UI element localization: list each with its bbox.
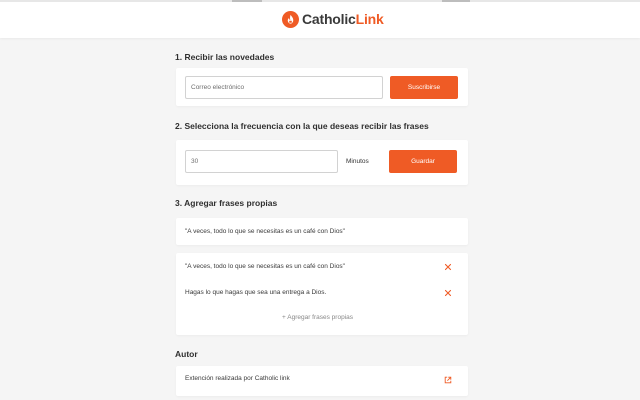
external-link-icon[interactable] [444, 376, 452, 384]
author-section-title: Autor [175, 349, 198, 359]
phrases-section-title: 3. Agregar frases propias [175, 198, 278, 208]
email-input[interactable]: Correo electrónico [185, 76, 383, 99]
subscribe-card: Correo electrónico Suscribirse [176, 68, 468, 106]
brand-name-part2: Link [355, 11, 384, 27]
fire-icon [282, 10, 299, 28]
tab-marker [442, 0, 470, 2]
author-card: Extención realizada por Catholic link [176, 366, 468, 396]
save-button[interactable]: Guardar [389, 150, 457, 173]
brand-logo[interactable]: CatholicLink [282, 9, 384, 29]
minutes-label: Minutos [346, 158, 369, 165]
frequency-section-title: 2. Selecciona la frecuencia con la que d… [175, 121, 429, 131]
phrases-list-card: "A veces, todo lo que se necesitas es un… [176, 253, 468, 335]
brand-name-part1: Catholic [302, 11, 356, 27]
minutes-input[interactable]: 30 [185, 150, 338, 173]
close-icon[interactable] [444, 263, 452, 271]
author-text: Extención realizada por Catholic link [185, 375, 290, 382]
top-strip [0, 0, 640, 2]
subscribe-section-title: 1. Recibir las novedades [175, 52, 275, 62]
close-icon[interactable] [444, 289, 452, 297]
add-phrase-link[interactable]: + Agregar frases propias [282, 314, 353, 321]
frequency-card: 30 Minutos Guardar [176, 140, 468, 185]
subscribe-button[interactable]: Suscribirse [390, 76, 458, 99]
phrase-item: "A veces, todo lo que se necesitas es un… [185, 263, 345, 270]
top-bar: CatholicLink [0, 0, 640, 38]
phrase-item: Hagas lo que hagas que sea una entrega a… [185, 289, 327, 296]
new-phrase-input[interactable]: "A veces, todo lo que se necesitas es un… [185, 228, 345, 235]
brand-name: CatholicLink [302, 11, 384, 27]
new-phrase-card: "A veces, todo lo que se necesitas es un… [176, 218, 468, 245]
tab-marker [232, 0, 262, 2]
